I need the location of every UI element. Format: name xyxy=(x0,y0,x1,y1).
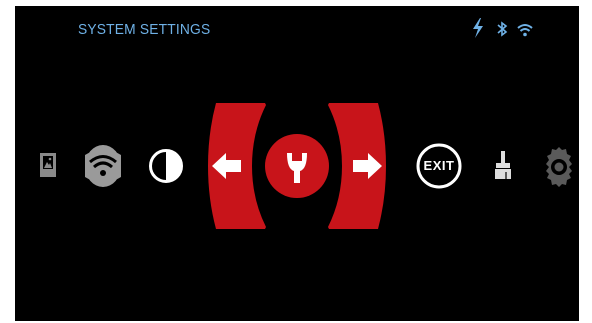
wifi-icon[interactable] xyxy=(83,143,123,189)
contrast-icon[interactable] xyxy=(148,148,184,184)
charging-icon xyxy=(473,18,483,38)
bluetooth-icon xyxy=(497,21,508,37)
arrow-right-button[interactable] xyxy=(326,103,386,229)
arrow-left-button[interactable] xyxy=(208,103,268,229)
exit-button[interactable]: EXIT xyxy=(416,143,462,189)
wifi-icon xyxy=(517,24,533,37)
page-title: SYSTEM SETTINGS xyxy=(78,21,211,38)
gear-icon[interactable] xyxy=(545,145,573,189)
wrench-button[interactable] xyxy=(264,133,330,199)
status-bar xyxy=(470,18,550,40)
settings-screen: SYSTEM SETTINGS EXIT xyxy=(15,6,579,321)
brush-icon[interactable] xyxy=(493,149,513,181)
gallery-icon[interactable] xyxy=(39,151,57,179)
exit-label: EXIT xyxy=(423,158,455,173)
